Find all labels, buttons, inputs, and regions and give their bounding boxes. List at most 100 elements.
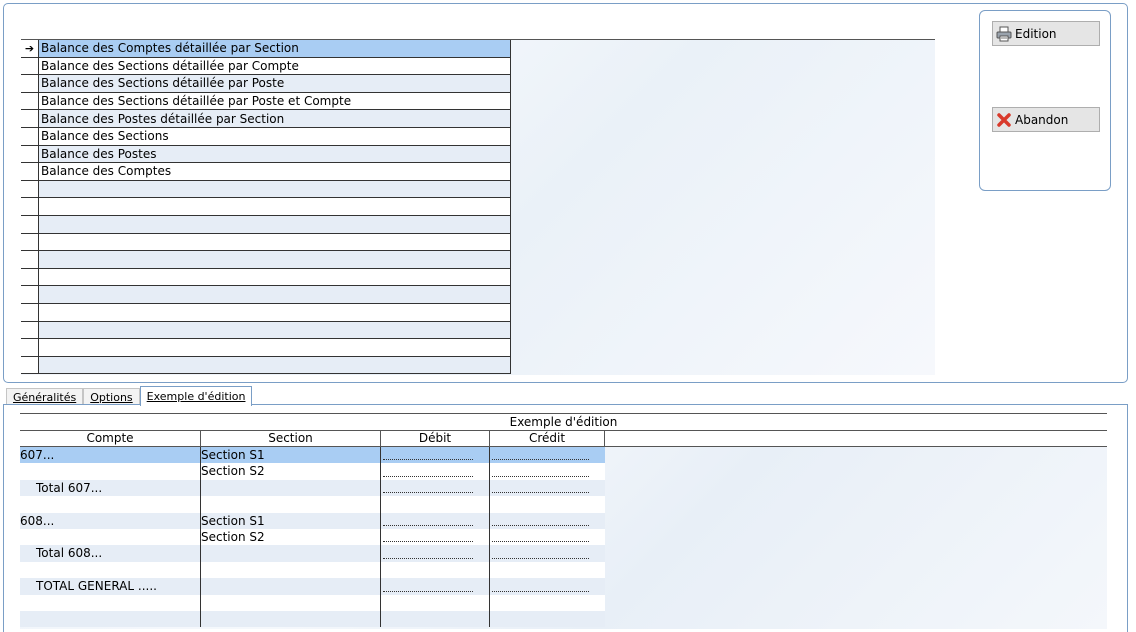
row-indicator — [21, 57, 39, 75]
example-compte-cell — [20, 496, 201, 513]
row-indicator — [21, 127, 39, 145]
abandon-button[interactable]: Abandon — [992, 107, 1100, 132]
report-row[interactable]: Balance des Postes détaillée par Section — [21, 110, 510, 128]
header-filler — [605, 431, 1107, 446]
example-compte-cell — [20, 594, 201, 611]
report-row[interactable] — [21, 339, 510, 357]
example-row: Total 607... — [20, 479, 605, 497]
example-debit-cell — [381, 561, 490, 579]
example-row: Section S2 — [20, 528, 605, 546]
report-row[interactable] — [21, 268, 510, 287]
row-indicator — [21, 92, 39, 110]
example-credit-cell — [490, 463, 605, 479]
example-body: 607... Section S1 Section S2 Total 607... 60… — [20, 447, 605, 628]
example-row: Total 608... — [20, 545, 605, 562]
dotted-placeholder — [383, 590, 473, 592]
example-section-cell — [201, 479, 381, 497]
example-title: Exemple d'édition — [20, 414, 1107, 430]
example-credit-cell — [490, 578, 605, 594]
example-section-cell — [201, 496, 381, 513]
example-debit-cell — [381, 610, 490, 628]
example-compte-cell: 608... — [20, 512, 201, 529]
report-row[interactable] — [21, 321, 510, 340]
row-indicator — [21, 198, 39, 215]
report-row[interactable]: Balance des Sections détaillée par Poste… — [21, 92, 510, 111]
row-indicator — [21, 215, 39, 233]
example-row — [20, 496, 605, 513]
row-indicator — [21, 268, 39, 286]
report-row[interactable] — [21, 356, 510, 375]
example-row — [20, 610, 605, 628]
row-indicator — [21, 145, 39, 163]
report-row[interactable] — [21, 303, 510, 322]
edition-button[interactable]: Edition — [992, 21, 1100, 46]
example-row — [20, 594, 605, 611]
example-credit-cell — [490, 562, 605, 578]
example-section-cell: Section S1 — [201, 512, 381, 529]
dotted-placeholder — [383, 557, 473, 559]
dotted-placeholder — [383, 541, 473, 543]
example-compte-cell — [20, 561, 201, 579]
header-section: Section — [201, 431, 381, 446]
example-credit-cell — [490, 480, 605, 496]
report-row[interactable]: Balance des Sections détaillée par Poste — [21, 75, 510, 93]
report-row[interactable] — [21, 286, 510, 304]
row-indicator — [21, 303, 39, 321]
dotted-placeholder — [492, 524, 589, 526]
example-debit-cell — [381, 512, 490, 529]
dotted-placeholder — [492, 541, 589, 543]
report-row[interactable]: ➔ Balance des Comptes détaillée par Secti… — [21, 40, 510, 58]
report-label: Balance des Sections détaillée par Poste — [41, 76, 285, 91]
example-credit-cell — [490, 545, 605, 561]
report-row[interactable] — [21, 215, 510, 234]
example-section-cell — [201, 545, 381, 562]
example-panel: Exemple d'édition Compte Section Débit C… — [3, 404, 1128, 632]
report-row[interactable]: Balance des Postes — [21, 145, 510, 164]
report-label: Balance des Sections détaillée par Compt… — [41, 58, 299, 73]
dotted-placeholder — [383, 524, 473, 526]
report-row[interactable] — [21, 251, 510, 269]
row-indicator — [21, 233, 39, 251]
report-list: ➔ Balance des Comptes détaillée par Secti… — [21, 40, 511, 375]
row-indicator — [21, 251, 39, 268]
example-compte-cell: 607... — [20, 447, 201, 464]
row-indicator — [21, 356, 39, 374]
tab-exemple-edition[interactable]: Exemple d'édition — [139, 386, 253, 406]
row-indicator — [21, 75, 39, 92]
report-row[interactable]: Balance des Sections — [21, 127, 510, 146]
example-section-cell: Section S2 — [201, 463, 381, 480]
example-debit-cell — [381, 479, 490, 497]
dotted-placeholder — [492, 459, 589, 461]
example-row — [20, 561, 605, 579]
example-section-cell: Section S1 — [201, 447, 381, 464]
report-label: Balance des Comptes — [41, 164, 172, 179]
header-credit: Crédit — [490, 431, 605, 446]
dotted-placeholder — [492, 557, 589, 559]
row-indicator — [21, 286, 39, 303]
example-compte-cell — [20, 610, 201, 628]
example-credit-cell — [490, 595, 605, 611]
example-row: 608... Section S1 — [20, 512, 605, 529]
example-row: 607... Section S1 — [20, 447, 605, 464]
report-label: Balance des Sections — [41, 129, 169, 144]
report-selection-panel: ➔ Balance des Comptes détaillée par Secti… — [3, 3, 1128, 383]
example-debit-cell — [381, 463, 490, 480]
report-label: Balance des Sections détaillée par Poste… — [41, 94, 352, 109]
report-row[interactable] — [21, 180, 510, 199]
row-indicator — [21, 339, 39, 356]
report-row[interactable]: Balance des Sections détaillée par Compt… — [21, 57, 510, 76]
example-credit-cell — [490, 513, 605, 529]
example-credit-cell — [490, 447, 605, 463]
row-indicator: ➔ — [21, 40, 39, 57]
example-debit-cell — [381, 578, 490, 595]
example-section-cell — [201, 561, 381, 579]
report-row[interactable]: Balance des Comptes — [21, 163, 510, 181]
report-label: Balance des Comptes détaillée par Sectio… — [41, 41, 299, 56]
report-row[interactable] — [21, 233, 510, 252]
dotted-placeholder — [383, 492, 473, 494]
row-indicator — [21, 321, 39, 339]
example-row: Section S2 — [20, 463, 605, 480]
example-compte-cell — [20, 463, 201, 480]
report-row[interactable] — [21, 198, 510, 216]
report-grid: ➔ Balance des Comptes détaillée par Secti… — [21, 39, 935, 375]
